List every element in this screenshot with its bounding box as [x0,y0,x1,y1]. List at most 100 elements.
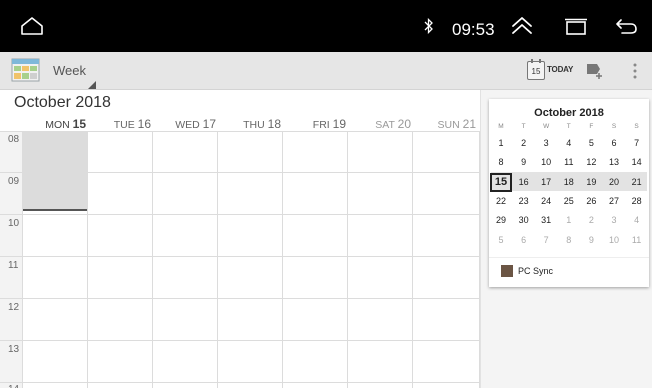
overflow-menu-icon[interactable] [632,63,638,84]
day-header-mon[interactable]: MON 15 [22,117,86,131]
mini-calendar-day[interactable]: 27 [603,192,625,211]
day-of-week: MON [45,119,70,131]
calendar-color-swatch[interactable] [501,265,513,277]
mini-calendar-day[interactable]: 5 [580,134,602,153]
hour-label: 14 [8,384,19,388]
view-selector-label[interactable]: Week [53,63,86,78]
day-header-thu[interactable]: THU 18 [217,117,281,131]
hour-line [0,214,480,215]
mini-calendar-day[interactable]: 22 [490,192,512,211]
mini-calendar-day[interactable]: 25 [558,192,580,211]
day-number: 18 [267,117,281,131]
hour-label: 10 [8,218,20,229]
mini-calendar-day[interactable]: 19 [580,173,602,192]
mini-calendar-day[interactable]: 11 [626,231,648,250]
mini-calendar-day[interactable]: 1 [490,134,512,153]
mini-calendar-day[interactable]: 4 [558,134,580,153]
back-icon[interactable] [614,17,638,40]
mini-calendar-day[interactable]: 10 [535,153,557,172]
mini-calendar-day[interactable]: 2 [580,211,602,230]
mini-calendar-day[interactable]: 3 [535,134,557,153]
mini-calendar-day[interactable]: 1 [558,211,580,230]
mini-calendar-day[interactable]: 15 [490,172,512,192]
hour-label: 08 [8,134,20,145]
mini-calendar-day[interactable]: 20 [603,173,625,192]
hour-line [0,256,480,257]
weekday-letter: M [498,123,504,130]
mini-calendar-day[interactable]: 2 [513,134,535,153]
day-header-wed[interactable]: WED 17 [152,117,216,131]
mini-calendar-day[interactable]: 3 [603,211,625,230]
mini-calendar-day[interactable]: 8 [558,231,580,250]
current-time-indicator [23,209,87,211]
day-divider [152,131,153,388]
mini-calendar-day[interactable]: 10 [603,231,625,250]
hour-label: 11 [8,260,19,271]
mini-calendar-day[interactable]: 24 [535,192,557,211]
mini-calendar-title[interactable]: October 2018 [489,107,649,119]
day-divider [22,131,23,388]
mini-calendar-day[interactable]: 13 [603,153,625,172]
new-event-icon[interactable] [584,60,606,85]
day-of-week: SAT [375,119,395,131]
up-arrow-icon[interactable] [509,16,535,41]
mini-calendar-day[interactable]: 9 [580,231,602,250]
mini-calendar-day[interactable]: 6 [513,231,535,250]
today-label: TODAY [547,65,574,74]
day-number: 17 [202,117,216,131]
day-of-week: SUN [437,119,460,131]
mini-calendar-day[interactable]: 7 [535,231,557,250]
mini-calendar-day[interactable]: 18 [558,173,580,192]
day-of-week: FRI [312,119,330,131]
mini-calendar-day[interactable]: 4 [626,211,648,230]
day-of-week: TUE [113,119,135,131]
dropdown-triangle-icon[interactable] [88,76,96,94]
week-grid[interactable]: 08 09 10 11 12 13 14 [0,131,480,388]
day-number: 20 [397,117,411,131]
mini-calendar-day[interactable]: 16 [513,173,535,192]
mini-calendar-day[interactable]: 30 [513,211,535,230]
day-header-sun[interactable]: SUN 21 [412,117,476,131]
hour-line [0,172,480,173]
mini-calendar-day[interactable]: 21 [626,173,648,192]
mini-calendar-day[interactable]: 28 [626,192,648,211]
mini-calendar-day[interactable]: 23 [513,192,535,211]
mini-calendar-day[interactable]: 11 [558,153,580,172]
mini-calendar-day[interactable]: 12 [580,153,602,172]
day-header-fri[interactable]: FRI 19 [282,117,346,131]
day-number: 21 [462,117,476,131]
weekday-letter: S [611,123,617,130]
mini-calendar: October 2018 M T W T F S S 1 2 3 4 5 6 7 8 9 10 11 12 13 14 1… [489,99,649,287]
mini-calendar-day[interactable]: 8 [490,153,512,172]
day-number: 16 [137,117,151,131]
mini-calendar-day[interactable]: 5 [490,231,512,250]
mini-calendar-day[interactable]: 9 [513,153,535,172]
hour-label: 09 [8,176,20,187]
bluetooth-icon [424,17,434,39]
month-title: October 2018 [14,94,111,111]
calendar-app-icon[interactable] [11,56,41,89]
mini-calendar-day[interactable]: 6 [603,134,625,153]
day-divider [217,131,218,388]
calendar-screen: 09:53 Week 15 TODAY October 2018 MON 15 … [0,0,652,388]
weekday-letter: S [634,123,639,130]
today-day-icon: 15 [527,59,545,80]
calendar-name[interactable]: PC Sync [518,266,553,276]
mini-calendar-day[interactable]: 31 [535,211,557,230]
clock: 09:53 [452,20,495,39]
home-icon[interactable] [20,16,44,41]
mini-calendar-day[interactable]: 17 [535,173,557,192]
day-header-tue[interactable]: TUE 16 [87,117,151,131]
day-header-sat[interactable]: SAT 20 [347,117,411,131]
current-day-highlight [23,131,87,211]
recent-apps-icon[interactable] [564,18,588,41]
mini-calendar-day[interactable]: 14 [626,153,648,172]
mini-calendar-day[interactable]: 29 [490,211,512,230]
today-button[interactable]: 15 TODAY [524,59,573,83]
day-of-week: WED [175,119,200,131]
weekday-letter: F [589,123,594,130]
mini-calendar-day[interactable]: 26 [580,192,602,211]
mini-calendar-day[interactable]: 7 [626,134,648,153]
day-divider [282,131,283,388]
day-divider [347,131,348,388]
